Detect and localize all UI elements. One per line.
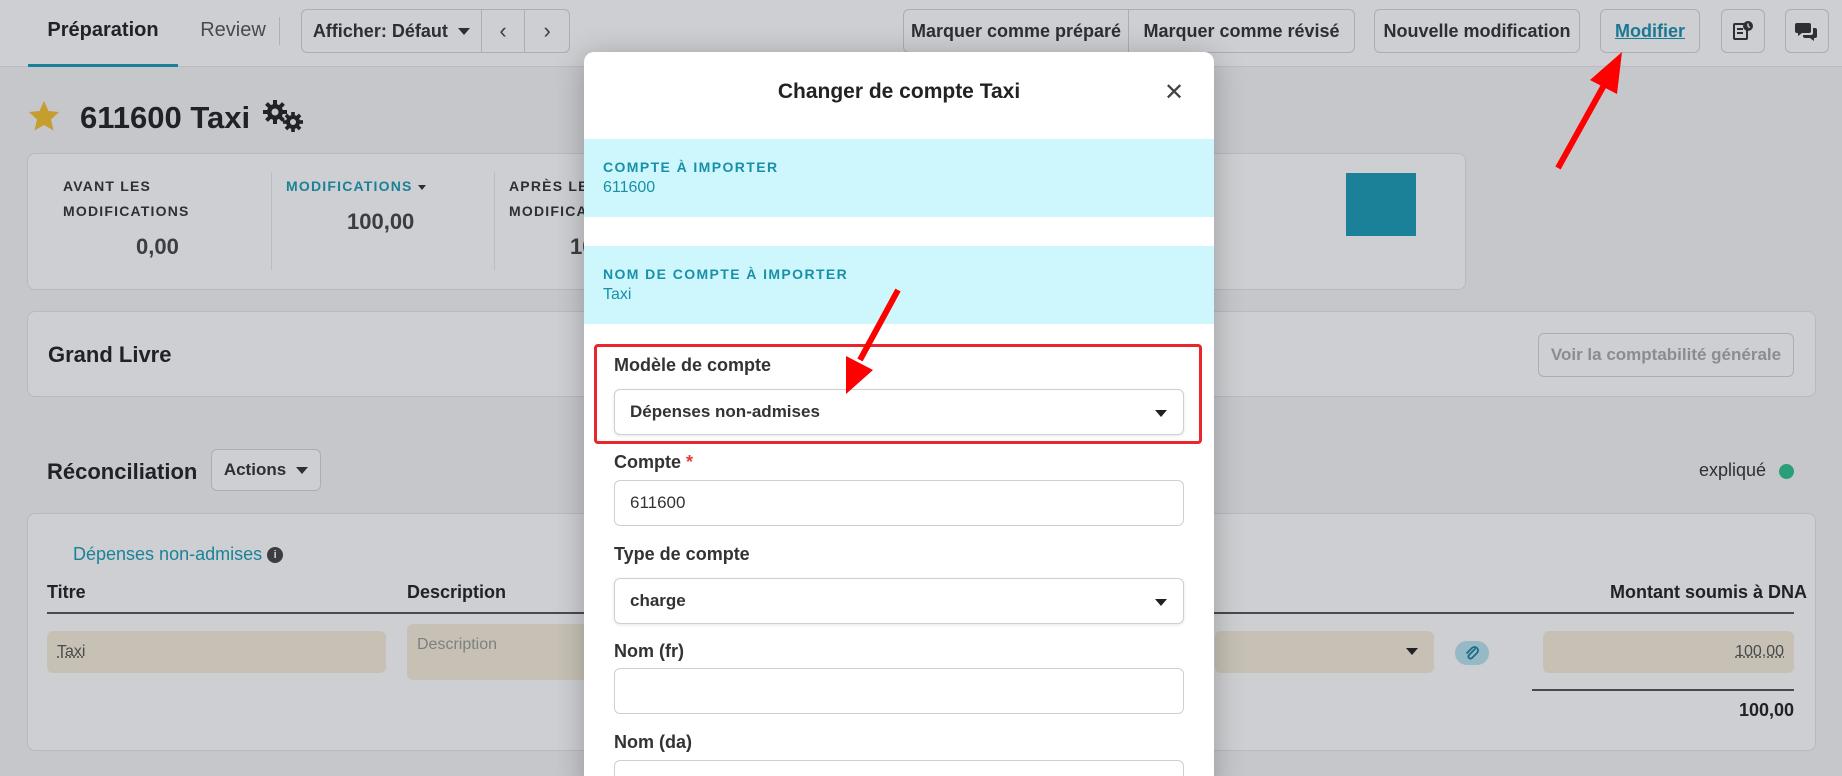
- arrow-to-modify-button: [1558, 52, 1622, 168]
- arrow-to-template-select: [846, 290, 898, 394]
- annotation-arrows: [0, 0, 1842, 776]
